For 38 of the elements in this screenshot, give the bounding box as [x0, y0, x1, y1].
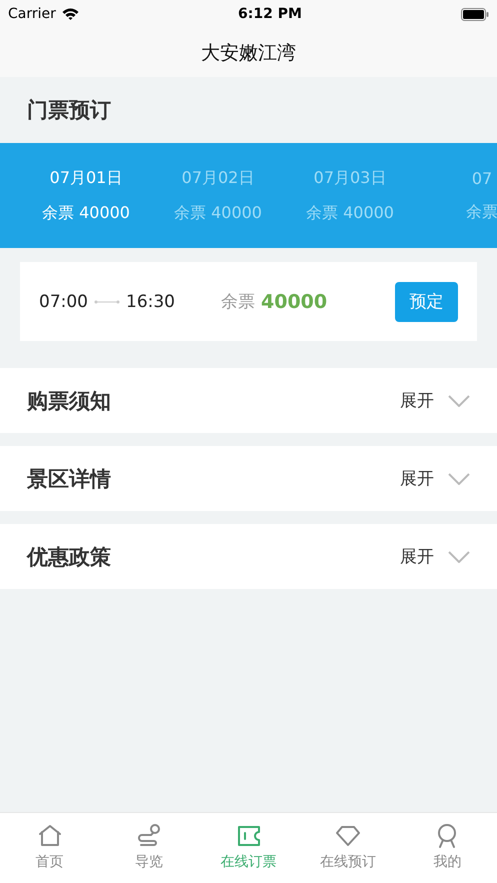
- date-tab[interactable]: 07: [472, 168, 492, 188]
- carrier-label: Carrier: [8, 6, 56, 22]
- remaining-tickets: 余票 40000: [42, 202, 130, 224]
- remaining-count: 40000: [261, 290, 328, 312]
- connector-line: [94, 300, 120, 304]
- book-button[interactable]: 预定: [395, 282, 458, 322]
- tab-bar-item[interactable]: 在线订票: [198, 813, 298, 883]
- accordion-header[interactable]: 景区详情 展开: [0, 446, 497, 511]
- date-tab[interactable]: 07月02日: [182, 168, 254, 188]
- tab-bar-item[interactable]: 首页: [0, 813, 100, 883]
- accordion-title: 优惠政策: [27, 544, 111, 570]
- diamond-icon: [334, 823, 361, 849]
- accordion-header[interactable]: 优惠政策 展开: [0, 524, 497, 589]
- battery-icon: [461, 8, 489, 20]
- ticket-icon: [236, 823, 262, 849]
- date-tab[interactable]: 07月01日: [50, 168, 122, 188]
- tab-bar-item[interactable]: 在线预订: [298, 813, 398, 883]
- expand-label: 展开: [400, 390, 434, 412]
- tab-bar-item[interactable]: 我的: [398, 813, 497, 883]
- expand-label: 展开: [400, 468, 434, 490]
- clock: 6:12 PM: [238, 6, 302, 22]
- start-time: 07:00: [39, 292, 88, 312]
- end-time: 16:30: [126, 292, 175, 312]
- wifi-icon: [62, 8, 79, 20]
- remaining-tickets: 余票 40000: [174, 202, 262, 224]
- expand-label: 展开: [400, 546, 434, 568]
- remaining-label: 余票: [221, 291, 255, 313]
- route-icon: [136, 823, 162, 849]
- remaining-tickets: 余票 40000: [306, 202, 394, 224]
- accordion-header[interactable]: 购票须知 展开: [0, 368, 497, 433]
- home-icon: [36, 823, 63, 849]
- screen-title: 大安嫩江湾: [201, 40, 296, 66]
- date-tab[interactable]: 07月03日: [314, 168, 386, 188]
- accordion-title: 购票须知: [27, 388, 111, 414]
- section-title: 门票预订: [27, 97, 111, 124]
- remaining-tickets: 余票: [466, 202, 497, 222]
- tab-bar-item[interactable]: 导览: [99, 813, 199, 883]
- accordion-title: 景区详情: [27, 466, 111, 492]
